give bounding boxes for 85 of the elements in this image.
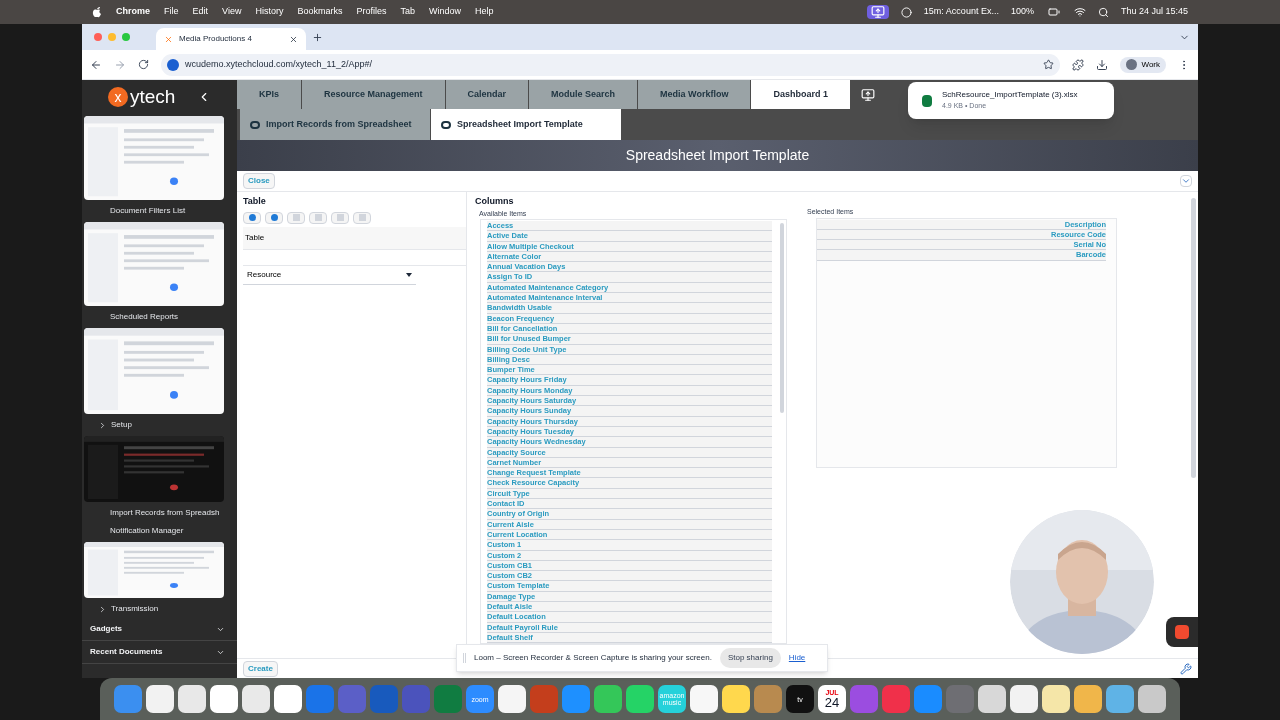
expand-icon[interactable] [1180,175,1192,187]
scrollbar-thumb[interactable] [780,223,784,413]
stop-sharing-button[interactable]: Stop sharing [719,648,781,668]
sidebar-folder[interactable]: Setup [82,416,237,434]
apple-icon[interactable] [92,6,102,18]
menu-item[interactable]: Edit [192,5,209,19]
app-icon[interactable] [274,685,302,713]
nav-tab[interactable]: Resource Management [302,80,446,109]
profile-button[interactable]: Work [1120,56,1166,73]
hide-link[interactable]: Hide [788,652,806,664]
column-header: Table [243,226,466,250]
menu-item[interactable]: File [164,5,179,19]
nav-tab[interactable]: Media Workflow [638,80,752,109]
page-tab[interactable]: Spreadsheet Import Template [431,109,621,140]
menu-item[interactable]: History [255,5,284,19]
screen-share-icon[interactable] [866,5,889,19]
app-icon[interactable] [1010,685,1038,713]
browser-tab[interactable]: Media Productions 4 [156,28,306,50]
menu-item[interactable]: Bookmarks [297,5,343,19]
extensions-icon[interactable] [1072,58,1085,71]
app-icon[interactable] [1138,685,1166,713]
logo-mark: x [108,87,128,107]
chevron-icon [98,604,107,614]
page-tab[interactable]: Import Records from Spreadsheet [240,109,430,140]
menu-item[interactable]: Window [428,5,461,19]
chevron-icon [98,420,107,430]
download-file-name: SchResource_ImportTemplate (3).xlsx [942,89,1078,102]
page-title: Spreadsheet Import Template [625,146,810,165]
app-icon[interactable] [146,685,174,713]
sharing-message: Loom – Screen Recorder & Screen Capture is sharing your screen. [474,652,712,664]
sidebar-item[interactable]: Scheduled Reports [82,308,237,326]
toolbar-icon[interactable] [265,211,283,224]
stop-recording-button[interactable] [1166,617,1198,647]
create-button[interactable]: Create [243,660,278,677]
reload-icon[interactable] [138,59,149,70]
meeting-status[interactable]: 15m: Account Ex... [923,5,999,19]
app-icon[interactable] [498,685,526,713]
record-icon[interactable] [900,6,912,18]
columns-heading: Columns [475,195,515,208]
nav-tab[interactable]: Calendar [445,80,530,109]
app-icon[interactable] [210,685,238,713]
menu-item[interactable]: Tab [400,5,415,19]
menu-item[interactable]: View [222,5,242,19]
app-icon[interactable] [178,685,206,713]
app-icon[interactable] [1042,685,1070,713]
back-icon[interactable] [90,58,102,71]
table-dropdown[interactable]: Resource [243,265,416,285]
app-icon[interactable] [242,685,270,713]
app-icon[interactable] [690,685,718,713]
tab-favicon-icon [164,34,173,44]
menu-item[interactable]: Profiles [356,5,387,19]
sidebar-item[interactable]: Import Records from Spreadsh [82,504,237,522]
logo-text: ytech [130,84,176,109]
close-button[interactable]: Close [243,173,275,189]
app-icon[interactable] [978,685,1006,713]
spreadsheet-file-icon [922,94,932,107]
app-icon[interactable] [1106,685,1134,713]
address-field[interactable]: wcudemo.xytechcloud.com/xytech_11_2/App#/ [161,53,1061,76]
toolbar-icon[interactable] [243,211,261,224]
menu-app-name[interactable]: Chrome [116,5,150,19]
nav-tab[interactable]: Dashboard 1 [751,80,851,109]
bookmark-star-icon[interactable] [1043,59,1055,70]
app-icon[interactable] [1074,685,1102,713]
search-icon[interactable] [1097,6,1109,18]
table-heading: Table [243,195,267,208]
sidebar-item[interactable]: Notification Manager [82,522,237,540]
site-icon [167,58,179,71]
close-tab-icon[interactable] [289,34,298,44]
download-icon[interactable] [1096,58,1109,71]
app-icon[interactable] [722,685,750,713]
app-icon[interactable] [594,685,622,713]
nav-tab[interactable]: KPIs [237,80,302,109]
new-tab-icon[interactable] [312,31,323,43]
battery-percent: 100% [1010,5,1034,19]
wifi-icon[interactable] [1073,6,1086,18]
add-dashboard-icon[interactable] [860,87,875,102]
battery-icon[interactable] [1045,6,1062,18]
sidebar-folder[interactable]: Transmission [82,600,237,618]
app-icon[interactable] [626,685,654,713]
menu-clock[interactable]: Thu 24 Jul 15:45 [1120,5,1188,19]
nav-tab[interactable]: Module Search [529,80,639,109]
wrench-icon[interactable] [1180,662,1192,675]
sidebar-item[interactable]: Document Filters List [82,202,237,220]
scrollbar-thumb[interactable] [1191,198,1196,478]
menu-item[interactable]: Help [475,5,494,19]
